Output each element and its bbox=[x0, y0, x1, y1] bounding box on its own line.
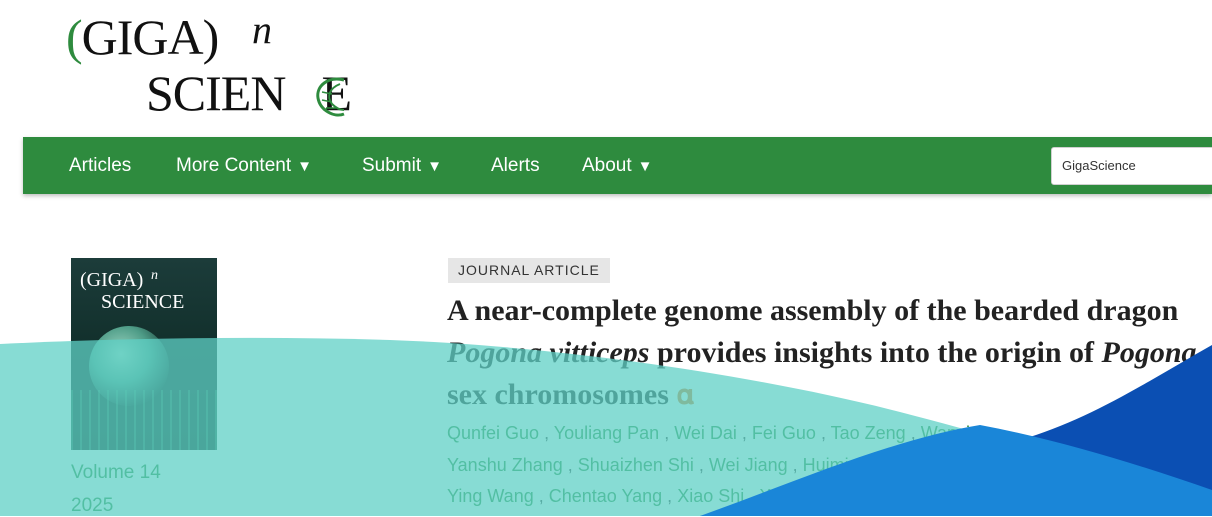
author-line-2: Yanshu Zhang , Shuaizhen Shi , Wei Jiang… bbox=[447, 450, 1207, 482]
author-separator: , bbox=[662, 486, 678, 506]
nav-about-label: About bbox=[582, 155, 632, 176]
author-separator: , bbox=[533, 486, 549, 506]
author-link[interactable]: Wei Jiang bbox=[709, 455, 788, 475]
author-separator: , bbox=[736, 423, 752, 443]
nav-alerts-label: Alerts bbox=[491, 155, 540, 176]
open-access-icon: 𝛂 bbox=[676, 380, 695, 411]
author-link[interactable]: Wanyi C bbox=[921, 423, 988, 443]
author-separator: , bbox=[905, 423, 921, 443]
author-link[interactable]: Youliang Pan bbox=[554, 423, 659, 443]
cover-title-line2: SCIENCE bbox=[101, 291, 185, 313]
author-link[interactable]: Yanshu Zhang bbox=[447, 455, 563, 475]
nav-articles-label: Articles bbox=[69, 155, 132, 176]
issue-volume[interactable]: Volume 14 bbox=[71, 462, 161, 484]
author-separator: , bbox=[787, 454, 803, 475]
author-separator: , bbox=[659, 423, 675, 443]
cover-title-line1: (GIGA) bbox=[80, 269, 144, 291]
caret-down-icon: ▼ bbox=[637, 158, 653, 175]
main-nav: Articles More Content ▼ Submit ▼ Alerts Ab… bbox=[23, 137, 1212, 194]
title-italic-1: Pogona vitticeps bbox=[447, 336, 650, 369]
cover-grid-graphic bbox=[71, 390, 217, 450]
article-type-badge: JOURNAL ARTICLE bbox=[448, 258, 610, 283]
author-link[interactable]: Huimin C bbox=[803, 455, 877, 475]
nav-submit-label: Submit bbox=[362, 155, 422, 176]
author-list: Qunfei Guo , Youliang Pan , Wei Dai , Fe… bbox=[447, 418, 1207, 513]
author-link[interactable]: Tao Zeng bbox=[831, 423, 906, 443]
nav-more-content-label: More Content bbox=[176, 155, 292, 176]
author-separator: , bbox=[539, 423, 554, 443]
title-text-1: A near-complete genome assembly of the b… bbox=[447, 294, 1179, 327]
author-link[interactable]: Wei Dai bbox=[674, 423, 737, 443]
issue-year: 2025 bbox=[71, 495, 114, 516]
title-text-2: provides insights into the origin of bbox=[649, 336, 1102, 369]
nav-about[interactable]: About ▼ bbox=[582, 137, 653, 194]
author-line-1: Qunfei Guo , Youliang Pan , Wei Dai , Fe… bbox=[447, 418, 1207, 450]
author-separator: , bbox=[562, 454, 578, 475]
nav-alerts[interactable]: Alerts bbox=[491, 137, 540, 194]
site-logo[interactable]: (GIGA) n SCIEN E bbox=[66, 7, 396, 122]
search-scope-select[interactable]: GigaScience bbox=[1051, 147, 1212, 185]
article-title: A near-complete genome assembly of the b… bbox=[447, 290, 1207, 417]
caret-down-icon: ▼ bbox=[297, 158, 312, 175]
author-link[interactable]: Qunfei Guo bbox=[447, 423, 539, 443]
author-link[interactable]: Shuaizhen Shi bbox=[578, 455, 694, 475]
nav-articles[interactable]: Articles bbox=[69, 137, 131, 194]
author-separator: , bbox=[744, 486, 760, 506]
cover-superscript: n bbox=[151, 268, 158, 283]
nav-more-content[interactable]: More Content ▼ bbox=[176, 137, 312, 194]
caret-down-icon: ▼ bbox=[427, 158, 442, 175]
title-italic-2: Pogona bbox=[1101, 336, 1197, 369]
author-link[interactable]: Fei Guo bbox=[752, 423, 816, 443]
title-text-3: sex chromosomes bbox=[447, 378, 669, 411]
author-link[interactable]: Chentao Yang bbox=[549, 486, 662, 506]
logo-superscript: n bbox=[252, 7, 272, 52]
author-separator: , bbox=[693, 454, 709, 475]
journal-cover[interactable]: (GIGA) n SCIENCE bbox=[71, 258, 217, 450]
helix-icon bbox=[316, 77, 345, 117]
author-link[interactable]: Xiao Shi bbox=[677, 486, 744, 506]
author-link[interactable]: Xu Y bbox=[759, 486, 798, 506]
author-line-3: Ying Wang , Chentao Yang , Xiao Shi , Xu… bbox=[447, 481, 1207, 513]
nav-submit[interactable]: Submit ▼ bbox=[362, 137, 442, 194]
author-separator: , bbox=[815, 423, 831, 443]
logo-line1: (GIGA) bbox=[66, 9, 219, 65]
author-link[interactable]: Ying Wang bbox=[447, 486, 534, 506]
